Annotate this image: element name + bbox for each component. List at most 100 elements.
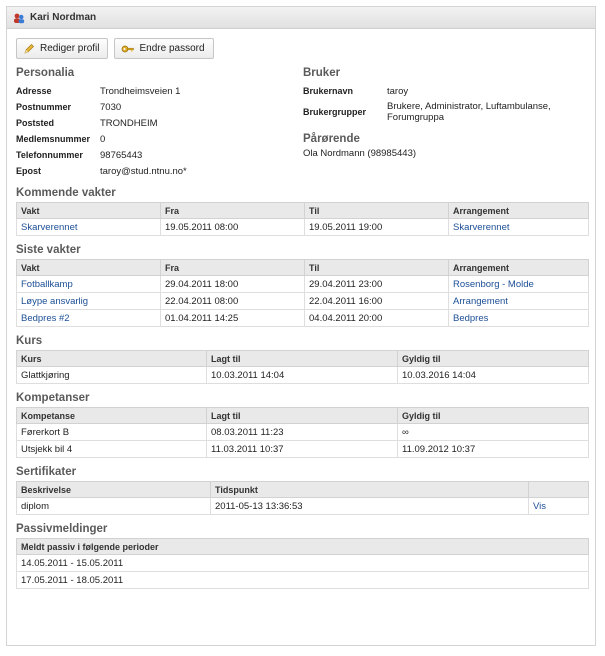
kommende-section: Kommende vakter Vakt Fra Til Arrangement… (16, 187, 589, 236)
parorende-heading: Pårørende (303, 133, 360, 145)
field-value: 98765443 (100, 149, 143, 161)
column-header: Arrangement (448, 259, 589, 276)
table-header-row: Vakt Fra Til Arrangement (16, 259, 589, 276)
table-cell: 29.04.2011 18:00 (160, 275, 305, 293)
edit-profile-button[interactable]: Rediger profil (16, 38, 109, 59)
edit-profile-label: Rediger profil (40, 43, 100, 54)
table-row: Utsjekk bil 4 11.03.2011 10:37 11.09.201… (16, 440, 589, 458)
table-row: 14.05.2011 - 15.05.2011 (16, 554, 589, 572)
kompetanser-heading: Kompetanser (16, 392, 90, 404)
passiv-table: Meldt passiv i følgende perioder 14.05.2… (16, 538, 589, 589)
change-password-label: Endre passord (139, 43, 205, 54)
column-header: Til (304, 202, 449, 219)
column-header: Fra (160, 259, 305, 276)
column-header: Meldt passiv i følgende perioder (16, 538, 589, 555)
field-label: Medlemsnummer (16, 134, 91, 144)
table-row: Løype ansvarlig 22.04.2011 08:00 22.04.2… (16, 292, 589, 310)
table-cell: Utsjekk bil 4 (16, 440, 207, 458)
bruker-heading: Bruker (303, 67, 341, 79)
field-value: Trondheimsveien 1 (100, 85, 181, 97)
change-password-button[interactable]: Endre passord (114, 38, 214, 59)
username-row: Brukernavn taroy (303, 83, 589, 99)
table-cell: diplom (16, 497, 211, 515)
siste-table: Vakt Fra Til Arrangement Fotballkamp 29.… (16, 259, 589, 327)
usergroups-row: Brukergrupper Brukere, Administrator, Luf… (303, 101, 589, 123)
user-group-icon (13, 12, 25, 24)
column-header: Kurs (16, 350, 207, 367)
sertifikater-table: Beskrivelse Tidspunkt diplom 2011-05-13 … (16, 481, 589, 515)
table-row: Glattkjøring 10.03.2011 14:04 10.03.2016… (16, 366, 589, 384)
usergroups-label: Brukergrupper (303, 107, 367, 117)
bruker-section: Bruker Brukernavn taroy Brukergrupper Bruk… (303, 67, 589, 179)
column-header: Vakt (16, 202, 161, 219)
field-row: Epost taroy@stud.ntnu.no* (16, 163, 303, 179)
pencil-icon (23, 43, 35, 55)
table-header-row: Beskrivelse Tidspunkt (16, 481, 589, 498)
sertifikater-section: Sertifikater Beskrivelse Tidspunkt diplo… (16, 466, 589, 515)
table-cell: 17.05.2011 - 18.05.2011 (16, 571, 589, 589)
table-cell: Glattkjøring (16, 366, 207, 384)
table-cell: 2011-05-13 13:36:53 (210, 497, 529, 515)
table-row: Fotballkamp 29.04.2011 18:00 29.04.2011 … (16, 275, 589, 293)
column-header: Kompetanse (16, 407, 207, 424)
field-label: Adresse (16, 86, 52, 96)
field-row: Adresse Trondheimsveien 1 (16, 83, 303, 99)
view-certificate-link[interactable]: Vis (533, 501, 546, 512)
kurs-section: Kurs Kurs Lagt til Gyldig til Glattkjøri… (16, 335, 589, 384)
field-label: Poststed (16, 118, 55, 128)
profile-panel: Kari Nordman Rediger profil Endre passor… (6, 6, 596, 646)
table-header-row: Kompetanse Lagt til Gyldig til (16, 407, 589, 424)
field-label: Epost (16, 166, 42, 176)
column-header: Tidspunkt (210, 481, 529, 498)
vakt-link[interactable]: Skarverennet (21, 222, 78, 233)
table-cell: 11.09.2012 10:37 (397, 440, 589, 458)
table-cell: 10.03.2016 14:04 (397, 366, 589, 384)
kurs-table: Kurs Lagt til Gyldig til Glattkjøring 10… (16, 350, 589, 384)
table-header-row: Vakt Fra Til Arrangement (16, 202, 589, 219)
table-row: Førerkort B 08.03.2011 11:23 ∞ (16, 423, 589, 441)
table-cell: 11.03.2011 10:37 (206, 440, 398, 458)
field-row: Poststed TRONDHEIM (16, 115, 303, 131)
username-value: taroy (387, 85, 409, 97)
toolbar: Rediger profil Endre passord (16, 38, 589, 59)
field-label: Telefonnummer (16, 150, 83, 160)
table-row: 17.05.2011 - 18.05.2011 (16, 571, 589, 589)
parorende-value: Ola Nordmann (98985443) (303, 148, 417, 159)
usergroups-value: Brukere, Administrator, Luftambulanse, F… (387, 101, 551, 123)
column-header (528, 481, 589, 498)
table-header-row: Kurs Lagt til Gyldig til (16, 350, 589, 367)
passiv-heading: Passivmeldinger (16, 523, 108, 535)
vakt-link[interactable]: Bedpres #2 (21, 313, 70, 324)
field-value: TRONDHEIM (100, 117, 158, 129)
table-row: diplom 2011-05-13 13:36:53 Vis (16, 497, 589, 515)
column-header: Lagt til (206, 407, 398, 424)
column-header: Beskrivelse (16, 481, 211, 498)
table-cell: 29.04.2011 23:00 (304, 275, 449, 293)
vakt-link[interactable]: Fotballkamp (21, 279, 73, 290)
column-header: Til (304, 259, 449, 276)
table-cell: Førerkort B (16, 423, 207, 441)
kommende-table: Vakt Fra Til Arrangement Skarverennet 19… (16, 202, 589, 236)
field-value: taroy@stud.ntnu.no* (100, 165, 187, 177)
arrangement-link[interactable]: Skarverennet (453, 222, 510, 233)
vakt-link[interactable]: Løype ansvarlig (21, 296, 88, 307)
field-row: Telefonnummer 98765443 (16, 147, 303, 163)
table-cell: 04.04.2011 20:00 (304, 309, 449, 327)
field-label: Postnummer (16, 102, 72, 112)
table-cell: 14.05.2011 - 15.05.2011 (16, 554, 589, 572)
field-row: Medlemsnummer 0 (16, 131, 303, 147)
arrangement-link[interactable]: Bedpres (453, 313, 488, 324)
sertifikater-heading: Sertifikater (16, 466, 77, 478)
table-row: Bedpres #2 01.04.2011 14:25 04.04.2011 2… (16, 309, 589, 327)
arrangement-link[interactable]: Rosenborg - Molde (453, 279, 534, 290)
username-label: Brukernavn (303, 86, 354, 96)
column-header: Vakt (16, 259, 161, 276)
table-header-row: Meldt passiv i følgende perioder (16, 538, 589, 555)
personalia-heading: Personalia (16, 67, 75, 79)
column-header: Lagt til (206, 350, 398, 367)
kompetanser-section: Kompetanser Kompetanse Lagt til Gyldig t… (16, 392, 589, 458)
table-row: Skarverennet 19.05.2011 08:00 19.05.2011… (16, 218, 589, 236)
panel-titlebar: Kari Nordman (7, 7, 595, 29)
arrangement-link[interactable]: Arrangement (453, 296, 508, 307)
table-cell: 10.03.2011 14:04 (206, 366, 398, 384)
